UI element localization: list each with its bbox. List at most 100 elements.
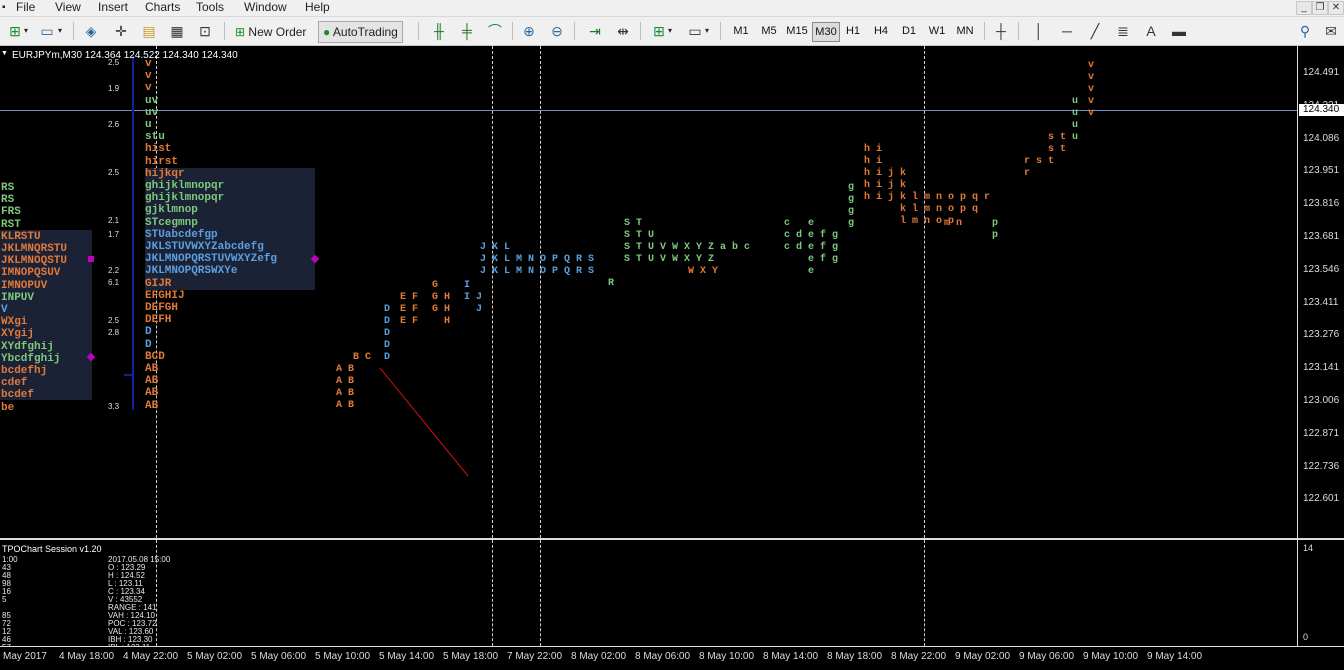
toolbar-separator	[512, 22, 513, 40]
toolbar-separator	[574, 22, 575, 40]
new-order-button[interactable]: ⊞ New Order	[230, 21, 311, 43]
close-button[interactable]: ✕	[1328, 1, 1344, 15]
indicator-axis-top: 14	[1303, 543, 1314, 553]
toolbar: ⊞ ▾ ▭ ▾ ◈ ✛ ▤ ▦ ⊡ ⊞ New Order ● AutoTrad…	[0, 17, 1344, 46]
time-label: 8 May 06:00	[635, 651, 691, 662]
price-label: 123.141	[1303, 362, 1340, 374]
price-label: 123.411	[1303, 296, 1339, 308]
time-label: 4 May 18:00	[59, 651, 115, 662]
minimize-button[interactable]: _	[1296, 1, 1312, 15]
time-label: 5 May 02:00	[187, 651, 243, 662]
label-tool-icon[interactable]: ▬	[1168, 21, 1190, 41]
profiles-dropdown-icon[interactable]: ▾	[58, 21, 62, 41]
timeframe-h1[interactable]: H1	[840, 22, 866, 40]
toolbar-separator	[640, 22, 641, 40]
indicator-window[interactable]: TPOChart Session v1.20 1:00 43 48 98 16 5 85 72…	[0, 540, 1297, 646]
price-label: 123.816	[1303, 198, 1340, 210]
time-label: 9 May 10:00	[1083, 651, 1139, 662]
autotrading-button[interactable]: ● AutoTrading	[318, 21, 403, 43]
candlestick-icon[interactable]: ╪	[456, 21, 478, 41]
timeframe-w1[interactable]: W1	[924, 22, 950, 40]
timeframe-m5[interactable]: M5	[756, 22, 782, 40]
timeframe-m30[interactable]: M30	[812, 22, 840, 42]
time-label: 4 May 22:00	[123, 651, 179, 662]
menu-view[interactable]: View	[55, 0, 81, 16]
market-watch-icon[interactable]: ◈	[80, 21, 102, 41]
time-label: 8 May 14:00	[763, 651, 819, 662]
price-label: 123.681	[1303, 231, 1340, 242]
time-label: 5 May 06:00	[251, 651, 307, 662]
new-order-label: New Order	[248, 25, 307, 39]
timeframe-mn[interactable]: MN	[952, 22, 978, 40]
templates-icon[interactable]: ▭	[684, 21, 706, 41]
fibonacci-icon[interactable]: ≣	[1112, 21, 1134, 41]
terminal-icon[interactable]: ▦	[166, 21, 188, 41]
main-chart[interactable]: ▼ EURJPYm,M30 124.364 124.522 124.340 12…	[0, 46, 1297, 538]
time-label: 9 May 14:00	[1147, 651, 1203, 662]
price-label: 124.491	[1303, 67, 1340, 78]
time-label: 8 May 10:00	[699, 651, 755, 662]
period-separator	[492, 540, 493, 646]
line-chart-icon[interactable]: ⌒	[484, 21, 506, 41]
menu-window[interactable]: Window	[244, 0, 287, 16]
templates-dropdown-icon[interactable]: ▾	[705, 21, 709, 41]
trend-line[interactable]	[0, 46, 1297, 538]
app-icon[interactable]: ▪	[2, 0, 6, 16]
indicators-dropdown-icon[interactable]: ▾	[668, 21, 672, 41]
period-separator	[540, 540, 541, 646]
toolbar-separator	[984, 22, 985, 40]
timeframe-m1[interactable]: M1	[728, 22, 754, 40]
toolbar-separator	[224, 22, 225, 40]
time-label: 5 May 18:00	[443, 651, 499, 662]
time-label: May 2017	[3, 651, 47, 662]
indicator-title: TPOChart Session v1.20	[2, 544, 102, 554]
new-chart-icon[interactable]: ⊞	[4, 21, 26, 41]
toolbar-separator	[418, 22, 419, 40]
strategy-tester-icon[interactable]: ⊡	[194, 21, 216, 41]
autoscroll-icon[interactable]: ⇥	[584, 21, 606, 41]
new-chart-dropdown-icon[interactable]: ▾	[24, 21, 28, 41]
indicator-axis: 14 0	[1297, 540, 1344, 646]
chart-shift-icon[interactable]: ⇹	[612, 21, 634, 41]
toolbar-separator	[73, 22, 74, 40]
timeframe-d1[interactable]: D1	[896, 22, 922, 40]
time-label: 8 May 18:00	[827, 651, 883, 662]
price-label: 122.871	[1303, 427, 1340, 439]
current-price-label: 124.340	[1299, 104, 1344, 116]
navigator-icon[interactable]: ✛	[110, 21, 132, 41]
timeframe-m15[interactable]: M15	[784, 22, 810, 40]
data-window-icon[interactable]: ▤	[138, 21, 160, 41]
menu-bar: ▪ File View Insert Charts Tools Window H…	[0, 0, 1344, 17]
time-label: 9 May 02:00	[955, 651, 1011, 662]
horizontal-line-icon[interactable]: ─	[1056, 21, 1078, 41]
trend-line-segment[interactable]	[379, 367, 469, 477]
search-icon[interactable]: ⚲	[1294, 21, 1316, 41]
time-label: 7 May 22:00	[507, 651, 563, 662]
price-axis[interactable]: 124.491124.221124.086123.951123.816123.6…	[1297, 46, 1344, 538]
profiles-icon[interactable]: ▭	[36, 21, 58, 41]
bar-chart-icon[interactable]: ╫	[428, 21, 450, 41]
price-label: 122.601	[1303, 493, 1340, 505]
price-label: 123.276	[1303, 329, 1340, 341]
menu-insert[interactable]: Insert	[98, 0, 128, 16]
time-axis[interactable]: May 2017 4 May 18:00 4 May 22:00 5 May 02:0…	[0, 646, 1344, 670]
zoom-out-icon[interactable]: ⊖	[546, 21, 568, 41]
time-label: 5 May 10:00	[315, 651, 371, 662]
chat-icon[interactable]: ✉	[1320, 21, 1342, 41]
menu-charts[interactable]: Charts	[145, 0, 180, 16]
toolbar-separator	[720, 22, 721, 40]
indicators-icon[interactable]: ⊞	[648, 21, 670, 41]
menu-tools[interactable]: Tools	[196, 0, 224, 16]
zoom-in-icon[interactable]: ⊕	[518, 21, 540, 41]
menu-help[interactable]: Help	[305, 0, 330, 16]
vertical-line-icon[interactable]: │	[1028, 21, 1050, 41]
menu-file[interactable]: File	[16, 0, 35, 16]
crosshair-icon[interactable]: ┼	[990, 21, 1012, 41]
new-order-icon: ⊞	[235, 25, 246, 39]
time-label: 5 May 14:00	[379, 651, 435, 662]
timeframe-h4[interactable]: H4	[868, 22, 894, 40]
text-tool-icon[interactable]: A	[1140, 21, 1162, 41]
restore-button[interactable]: ❐	[1312, 1, 1328, 15]
autotrading-icon: ●	[323, 25, 331, 39]
trendline-icon[interactable]: ╱	[1084, 21, 1106, 41]
